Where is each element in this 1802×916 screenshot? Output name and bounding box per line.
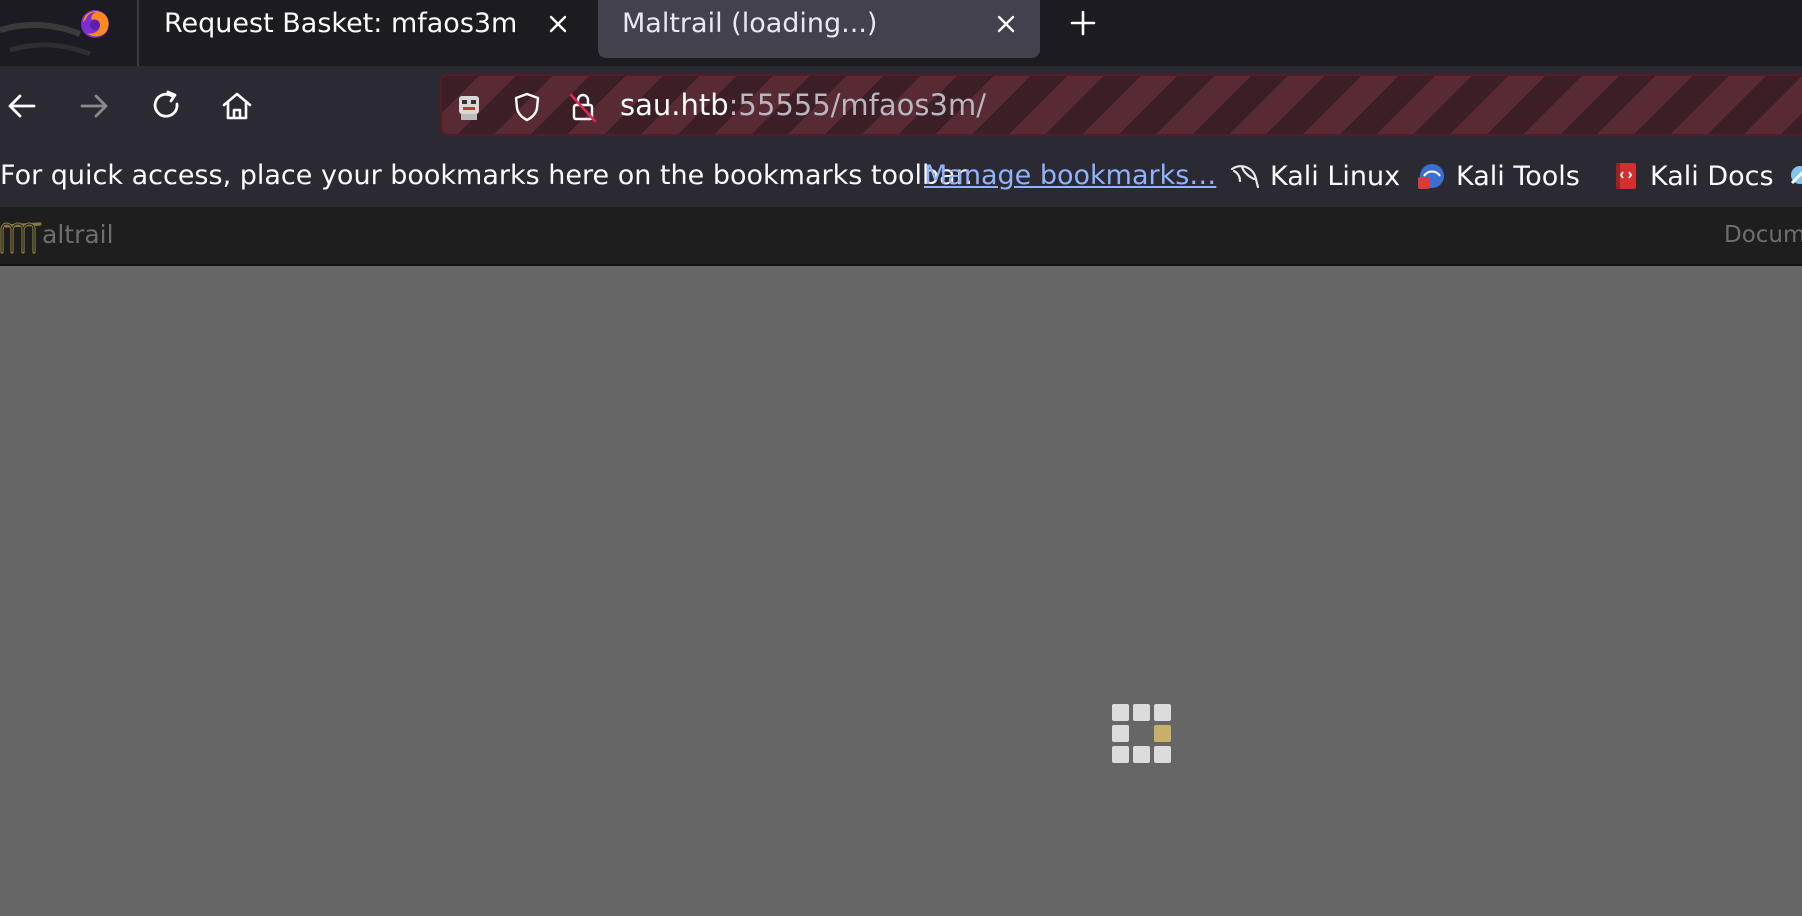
bookmark-kali-linux[interactable]: Kali Linux [1228, 156, 1400, 196]
wallpaper-decoration [0, 21, 91, 57]
page-content [0, 266, 1802, 916]
spinner-cell [1154, 746, 1171, 763]
bookmarks-toolbar: For quick access, place your bookmarks h… [0, 148, 1802, 208]
bookmark-overflow[interactable] [1786, 156, 1802, 196]
back-arrow-icon[interactable] [2, 86, 42, 126]
spinner-cell [1112, 746, 1129, 763]
kali-dragon-icon [1230, 165, 1260, 189]
loading-spinner [1112, 704, 1174, 766]
tab-request-basket[interactable]: Request Basket: mfaos3m [140, 0, 584, 58]
address-bar[interactable]: sau.htb:55555/mfaos3m/ [440, 74, 1802, 136]
url-text[interactable]: sau.htb:55555/mfaos3m/ [620, 88, 986, 122]
bookmarks-hint-text: For quick access, place your bookmarks h… [0, 160, 973, 191]
new-tab-plus-icon[interactable] [1068, 8, 1098, 38]
tab-title: Maltrail (loading...) [622, 8, 878, 39]
spinner-cell [1112, 704, 1129, 721]
tab-separator [137, 0, 139, 66]
maltrail-logo-icon[interactable] [0, 214, 44, 260]
kali-docs-icon [1616, 163, 1636, 189]
close-icon[interactable] [992, 10, 1020, 38]
remote-control-robot-icon[interactable] [452, 90, 486, 124]
navigation-toolbar: sau.htb:55555/mfaos3m/ [0, 66, 1802, 148]
documentation-link[interactable]: Docume [1724, 222, 1802, 248]
maltrail-header: altrail Docume [0, 208, 1802, 266]
bookmark-kali-docs[interactable]: Kali Docs [1608, 156, 1774, 196]
kali-tools-icon [1418, 164, 1444, 189]
manage-bookmarks-link[interactable]: Manage bookmarks… [924, 160, 1216, 191]
bookmark-label: Kali Tools [1456, 160, 1580, 192]
maltrail-logo-text[interactable]: altrail [42, 220, 114, 249]
tab-strip: Request Basket: mfaos3m Maltrail (loadin… [0, 0, 1802, 66]
spinner-cell [1133, 704, 1150, 721]
spinner-cell [1154, 704, 1171, 721]
firefox-icon[interactable] [78, 6, 112, 40]
partial-bookmark-icon [1790, 166, 1802, 185]
tab-maltrail[interactable]: Maltrail (loading...) [598, 0, 1040, 58]
home-icon[interactable] [217, 86, 257, 126]
bookmark-label: Kali Docs [1650, 160, 1774, 192]
bookmark-kali-tools[interactable]: Kali Tools [1414, 156, 1580, 196]
url-host: sau.htb [620, 88, 729, 122]
spinner-cell [1133, 746, 1150, 763]
bookmark-label: Kali Linux [1270, 160, 1401, 192]
forward-arrow-icon[interactable] [74, 86, 114, 126]
reload-icon[interactable] [146, 86, 186, 126]
spinner-cell [1112, 725, 1129, 742]
close-icon[interactable] [544, 10, 572, 38]
tab-title: Request Basket: mfaos3m [164, 8, 518, 39]
url-path: :55555/mfaos3m/ [728, 88, 986, 122]
spinner-cell-active [1154, 725, 1171, 742]
insecure-lock-icon[interactable] [566, 90, 600, 124]
tracking-protection-shield-icon[interactable] [510, 90, 544, 124]
